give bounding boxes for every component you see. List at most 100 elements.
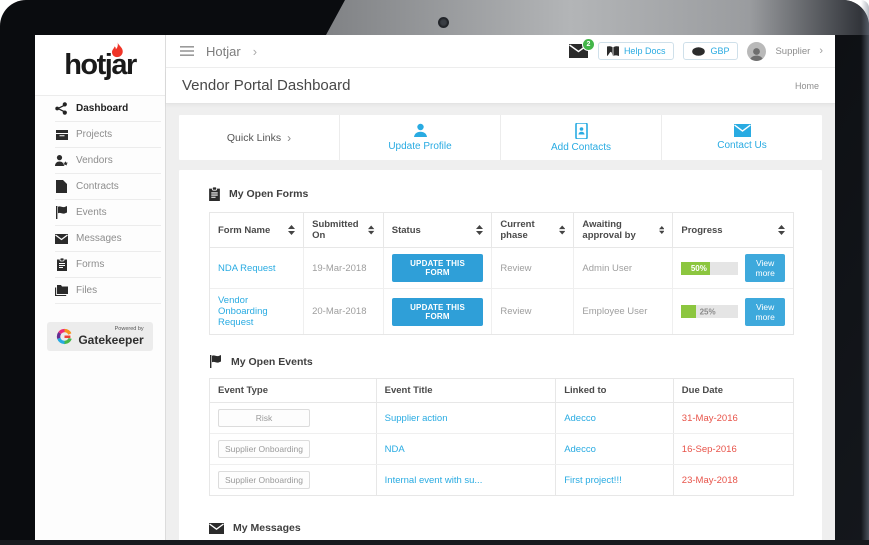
quick-links-card: Quick Links › Update Profile Add Contact… [179,115,822,160]
forms-section-header: My Open Forms [209,187,792,201]
quick-link-label: Update Profile [388,141,451,152]
submitted-on-value: 19-Mar-2018 [312,263,366,274]
progress-cell: 50% View more [681,254,785,282]
quick-link-add-contacts[interactable]: Add Contacts [501,115,662,160]
messages-envelope-icon [55,232,68,245]
gatekeeper-badge[interactable]: Powered by Gatekeeper [47,322,152,351]
user-avatar[interactable] [747,42,766,61]
form-name-link[interactable]: Vendor Onboarding Request [218,295,295,328]
col-header-linked-to[interactable]: Linked to [556,379,674,402]
sidebar-item-files[interactable]: Files [55,278,161,304]
events-section-flag-icon [209,355,222,368]
update-form-button[interactable]: UPDATE THIS FORM [392,298,484,326]
linked-to-link[interactable]: Adecco [564,444,596,455]
contact-card-icon [575,123,588,139]
dashboard-content: Quick Links › Update Profile Add Contact… [166,104,835,540]
event-title-link[interactable]: Supplier action [385,413,448,424]
hamburger-menu-icon[interactable] [180,46,194,56]
app-screen: hotjar Dashboard Projects [35,35,835,540]
quick-link-contact-us[interactable]: Contact Us [662,115,822,160]
current-phase-value: Review [500,306,531,317]
quick-link-label: Contact Us [717,140,766,151]
user-menu-label[interactable]: Supplier [775,46,810,57]
forms-table-header-row: Form Name Submitted On Status Current ph… [210,213,793,248]
progress-label: 50% [691,264,710,273]
top-nav: Hotjar › 2 Help Docs GBP [166,35,835,68]
form-row-vendor-onboarding: Vendor Onboarding Request 20-Mar-2018 UP… [210,289,793,334]
view-more-button[interactable]: View more [745,254,785,282]
breadcrumb: Hotjar › [180,44,257,59]
sidebar-item-events[interactable]: Events [55,200,161,226]
event-row: Supplier Onboarding Internal event with … [210,465,793,495]
sidebar-item-forms[interactable]: Forms [55,252,161,278]
topnav-right-cluster: 2 Help Docs GBP Supplier › [569,42,823,61]
hotjar-logo[interactable]: hotjar [35,35,165,95]
col-header-status[interactable]: Status [384,213,493,247]
col-header-current-phase[interactable]: Current phase [492,213,574,247]
breadcrumb-chevron-icon: › [253,44,257,59]
dashboard-main-card: My Open Forms Form Name Submitted On Sta… [179,170,822,540]
help-docs-button[interactable]: Help Docs [598,42,675,60]
event-title-link[interactable]: Internal event with su... [385,475,483,486]
col-header-submitted-on[interactable]: Submitted On [304,213,384,247]
col-header-awaiting-approval[interactable]: Awaiting approval by [574,213,673,247]
sidebar-item-label: Contracts [76,181,119,192]
col-header-event-title[interactable]: Event Title [377,379,557,402]
home-link[interactable]: Home [795,81,819,91]
forms-clipboard-icon [55,258,68,271]
sidebar-item-dashboard[interactable]: Dashboard [55,96,161,122]
quick-link-update-profile[interactable]: Update Profile [340,115,501,160]
linked-to-link[interactable]: First project!!! [564,475,622,486]
events-table-header-row: Event Type Event Title Linked to Due Dat… [210,379,793,403]
sidebar-item-label: Events [76,207,107,218]
sidebar-item-projects[interactable]: Projects [55,122,161,148]
sidebar-item-messages[interactable]: Messages [55,226,161,252]
due-date-value: 23-May-2018 [682,475,738,486]
user-menu-chevron-icon: › [819,45,823,57]
col-header-due-date[interactable]: Due Date [674,379,793,402]
col-header-form-name[interactable]: Form Name [210,213,304,247]
dashboard-icon [55,102,68,115]
event-row: Risk Supplier action Adecco 31-May-2016 [210,403,793,434]
due-date-value: 16-Sep-2016 [682,444,737,455]
currency-label: GBP [710,46,729,56]
messages-section-header: My Messages [209,522,792,534]
vendors-icon [55,154,68,167]
bezel-edge-highlight [861,0,869,545]
col-header-event-type[interactable]: Event Type [210,379,377,402]
sidebar-item-vendors[interactable]: Vendors [55,148,161,174]
progress-bar: 25% [681,305,738,318]
progress-cell: 25% View more [681,298,785,326]
form-name-link[interactable]: NDA Request [218,263,276,274]
col-header-progress[interactable]: Progress [673,213,793,247]
update-form-button[interactable]: UPDATE THIS FORM [392,254,484,282]
linked-to-link[interactable]: Adecco [564,413,596,424]
quick-links-header: Quick Links › [179,115,340,160]
event-type-badge: Supplier Onboarding [218,471,310,489]
powered-by-label: Powered by [115,327,144,333]
open-forms-table: Form Name Submitted On Status Current ph… [209,212,794,335]
coin-icon [692,47,705,56]
view-more-button[interactable]: View more [745,298,785,326]
main-column: Hotjar › 2 Help Docs GBP [166,35,835,540]
user-icon [413,123,428,138]
projects-icon [55,128,68,141]
quick-link-label: Add Contacts [551,142,611,153]
messages-section-title: My Messages [233,522,301,534]
inbox-envelope-icon[interactable]: 2 [569,44,589,59]
event-title-link[interactable]: NDA [385,444,405,455]
breadcrumb-app-name[interactable]: Hotjar [206,44,241,59]
currency-button[interactable]: GBP [683,42,738,60]
hotjar-flame-icon [111,42,124,58]
sort-icon [476,225,483,235]
sidebar-item-label: Vendors [76,155,113,166]
events-flag-icon [55,206,68,219]
events-section-header: My Open Events [209,355,792,368]
due-date-value: 31-May-2016 [682,413,738,424]
sidebar-item-contracts[interactable]: Contracts [55,174,161,200]
event-type-badge: Risk [218,409,310,427]
quick-links-label: Quick Links [227,132,281,144]
progress-fill: 50% [681,262,710,275]
progress-fill [681,305,695,318]
messages-section-envelope-icon [209,523,224,534]
